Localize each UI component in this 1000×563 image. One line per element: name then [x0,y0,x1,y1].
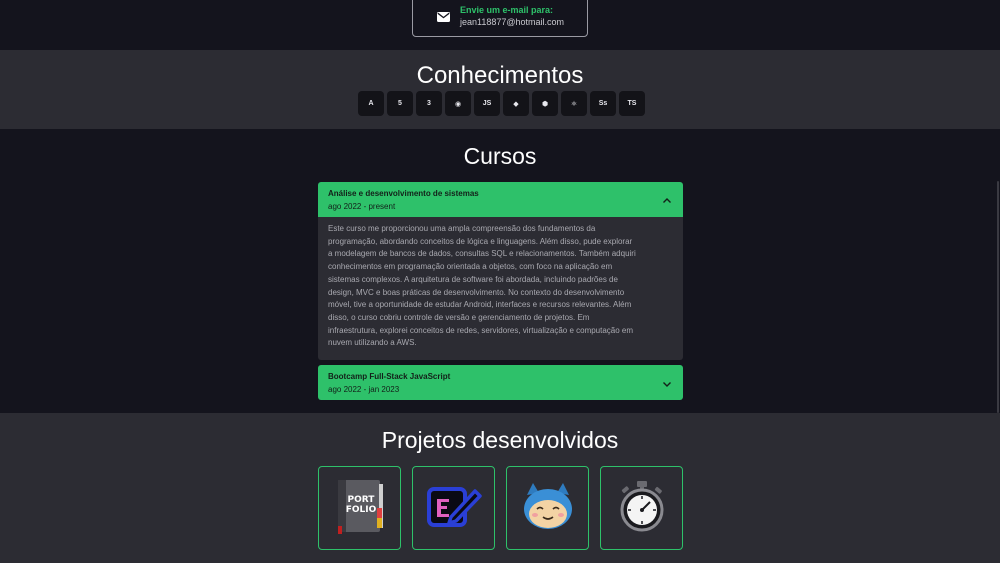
project-card-notes[interactable] [412,466,495,550]
skills-section: Conhecimentos A 5 3 ◉ JS ◆ ⬢ ⚛ Ss TS [0,50,1000,129]
html5-icon[interactable]: 5 [387,91,413,116]
course-dates: ago 2022 - jan 2023 [328,385,400,394]
mysql-icon[interactable]: ◆ [503,91,529,116]
javascript-icon[interactable]: JS [474,91,500,116]
css3-icon[interactable]: 3 [416,91,442,116]
react-icon[interactable]: ⚛ [561,91,587,116]
courses-section: Cursos Análise e desenvolvimento de sist… [0,129,1000,413]
chevron-down-icon[interactable] [662,376,672,387]
nodejs-icon[interactable]: ⬢ [532,91,558,116]
courses-title: Cursos [463,143,537,169]
skills-title: Conhecimentos [416,62,584,89]
portfolio-project-icon: PORT FOLIO [335,478,385,539]
course-description-line: infraestrutura, explorei conceitos de re… [328,325,634,335]
course-description-line: design, MVC e boas práticas de desenvolv… [328,287,625,297]
course-description: Este curso me proporcionou uma ampla com… [318,217,683,361]
course-title: Análise e desenvolvimento de sistemas [328,189,479,198]
course-title: Bootcamp Full-Stack JavaScript [328,372,451,381]
typescript-icon[interactable]: TS [619,91,645,116]
project-card-stopwatch[interactable] [600,466,683,550]
course-accordion-bootcamp: Bootcamp Full-Stack JavaScript ago 2022 … [318,365,683,400]
mascot-project-icon [521,481,575,536]
notes-project-icon [425,483,483,534]
course-header-ads[interactable]: Análise e desenvolvimento de sistemas ag… [318,182,683,217]
course-accordion-ads: Análise e desenvolvimento de sistemas ag… [318,182,683,361]
course-dates: ago 2022 - present [328,202,396,211]
projects-title: Projetos desenvolvidos [381,427,619,453]
chevron-up-icon[interactable] [662,193,672,203]
course-header-bootcamp[interactable]: Bootcamp Full-Stack JavaScript ago 2022 … [318,365,683,400]
sass-icon[interactable]: Ss [590,91,616,116]
skills-list: A 5 3 ◉ JS ◆ ⬢ ⚛ Ss TS [358,91,645,116]
ring-icon[interactable]: ◉ [445,91,471,116]
projects-list: PORT FOLIO [318,466,683,550]
email-label: Envie um e-mail para: [460,4,554,15]
projects-section: Projetos desenvolvidos PORT FOLIO [0,413,1000,563]
stopwatch-project-icon [617,480,667,537]
course-description-line: conhecimentos em programação orientada a… [328,262,613,272]
angular-icon[interactable]: A [358,91,384,116]
scrollbar-thumb[interactable] [997,181,999,413]
project-card-portfolio[interactable]: PORT FOLIO [318,466,401,550]
contact-section: Envie um e-mail para: jean118877@hotmail… [0,0,1000,50]
course-description-line: nuvem utilizando a AWS. [328,338,417,348]
portfolio-word-port: PORT [347,495,375,505]
portfolio-word-folio: FOLIO [345,505,376,515]
course-description-line: programação, abordando conceitos de lógi… [328,236,633,246]
email-card[interactable]: Envie um e-mail para: jean118877@hotmail… [412,0,588,37]
course-description-line: Este curso me proporcionou uma ampla com… [328,224,596,233]
email-address[interactable]: jean118877@hotmail.com [460,17,564,27]
course-description-line: móvel, tive a oportunidade de estudar An… [328,300,632,310]
project-card-mascot[interactable] [506,466,589,550]
course-description-line: sistemas complexos. A arquitetura de sof… [328,274,618,284]
course-description-line: disso, o curso cobriu controle de versão… [328,312,590,322]
envelope-icon [437,11,450,22]
course-description-line: a modelagem de bancos de dados, consulta… [328,249,636,259]
